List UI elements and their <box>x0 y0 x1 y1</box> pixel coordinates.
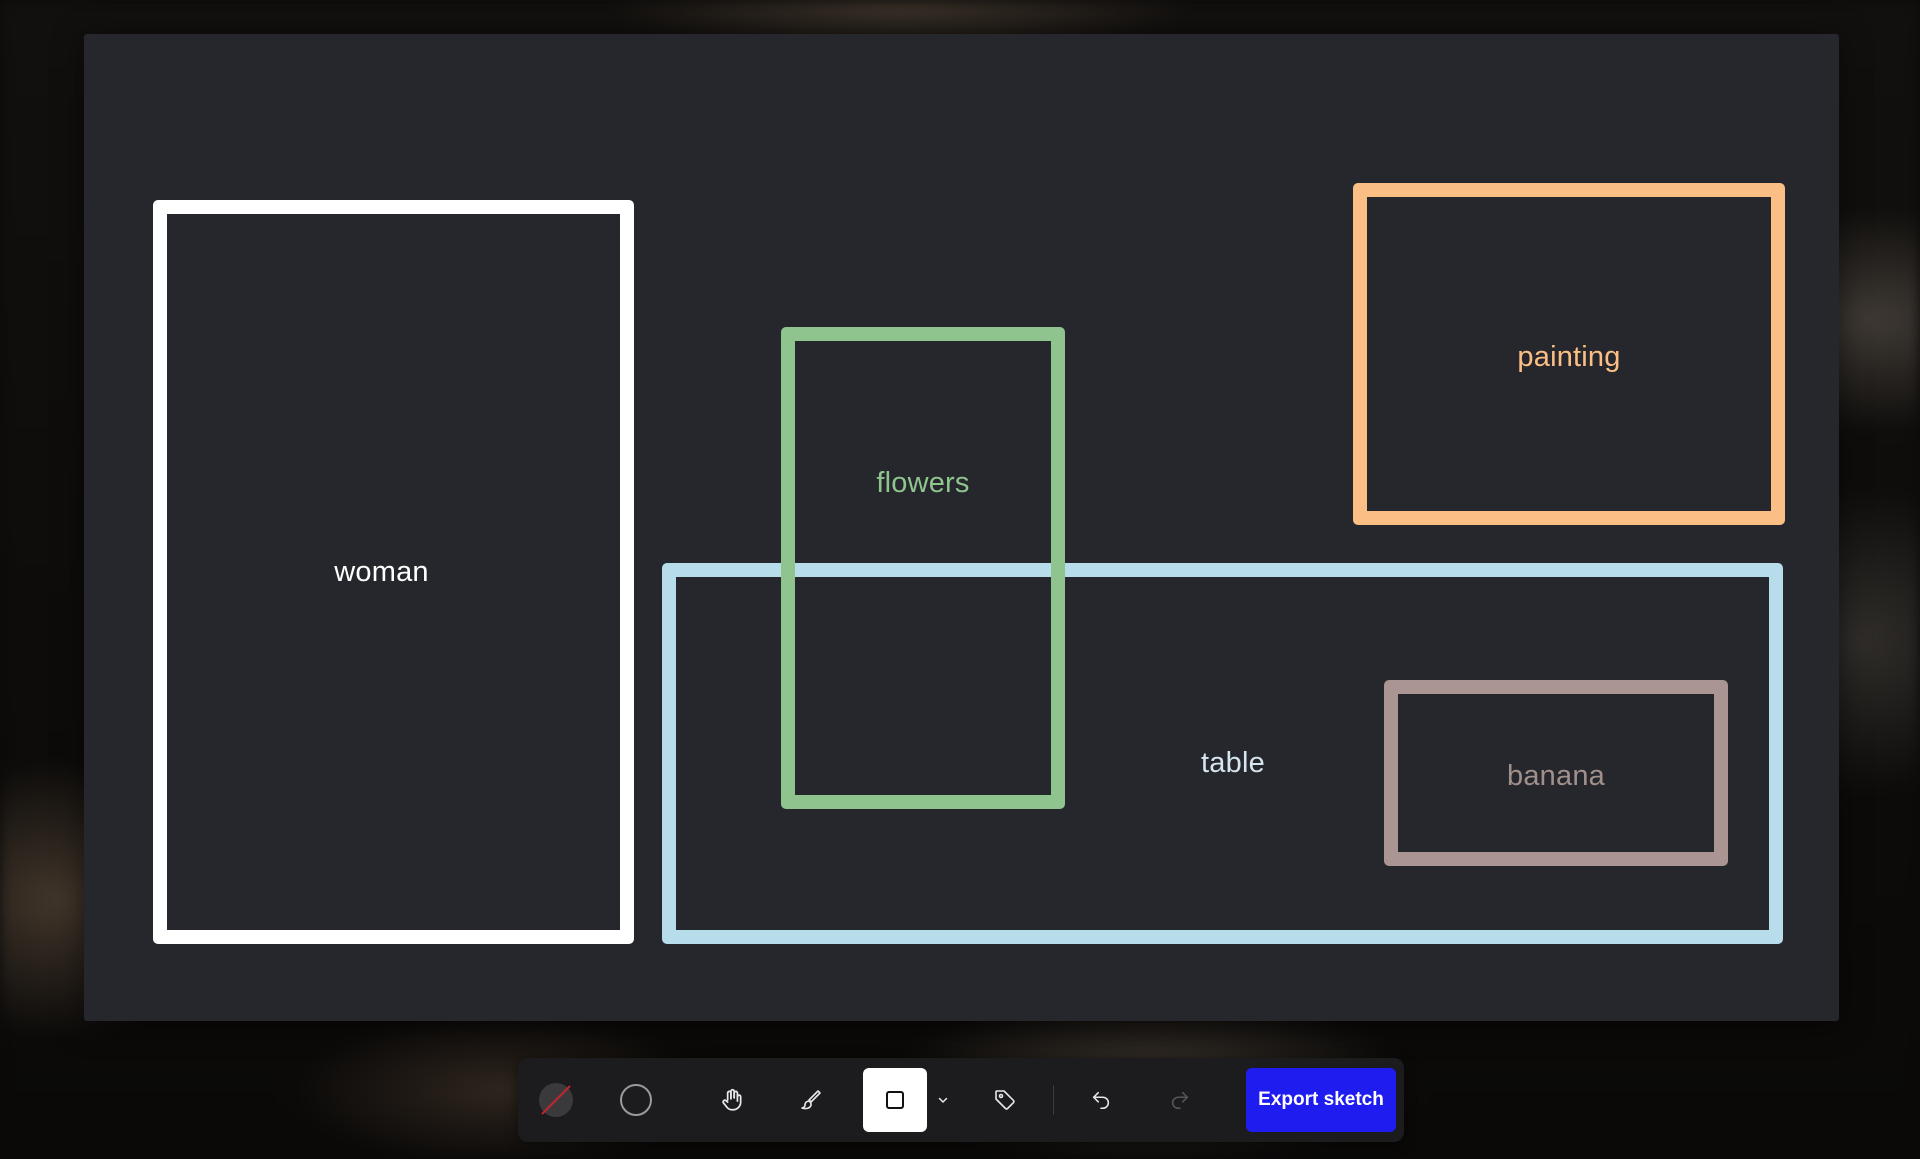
annotation-label-woman: woman <box>334 555 429 588</box>
rectangle-icon <box>886 1091 904 1109</box>
sketch-canvas[interactable]: woman painting table flowers banana <box>84 34 1839 1021</box>
annotation-box-painting[interactable]: painting <box>1353 183 1785 525</box>
tag-icon[interactable] <box>973 1068 1037 1132</box>
annotation-box-flowers[interactable]: flowers <box>781 327 1065 809</box>
annotation-label-painting: painting <box>1517 340 1621 373</box>
annotation-label-flowers: flowers <box>876 467 970 499</box>
no-color-swatch-icon[interactable] <box>524 1068 588 1132</box>
bottom-toolbar: Export sketch <box>518 1058 1404 1142</box>
circle-icon[interactable] <box>604 1068 668 1132</box>
rectangle-tool-button[interactable] <box>863 1068 927 1132</box>
redo-icon[interactable] <box>1148 1068 1212 1132</box>
annotation-box-woman[interactable]: woman <box>153 200 634 944</box>
undo-icon[interactable] <box>1069 1068 1133 1132</box>
annotation-label-banana: banana <box>1507 759 1605 792</box>
annotation-box-banana[interactable]: banana <box>1384 680 1728 866</box>
export-sketch-button[interactable]: Export sketch <box>1246 1068 1396 1132</box>
chevron-down-icon[interactable] <box>930 1068 956 1132</box>
toolbar-divider <box>1053 1085 1054 1115</box>
brush-icon[interactable] <box>779 1068 843 1132</box>
annotation-label-table: table <box>1201 746 1265 779</box>
hand-pan-icon[interactable] <box>700 1068 764 1132</box>
